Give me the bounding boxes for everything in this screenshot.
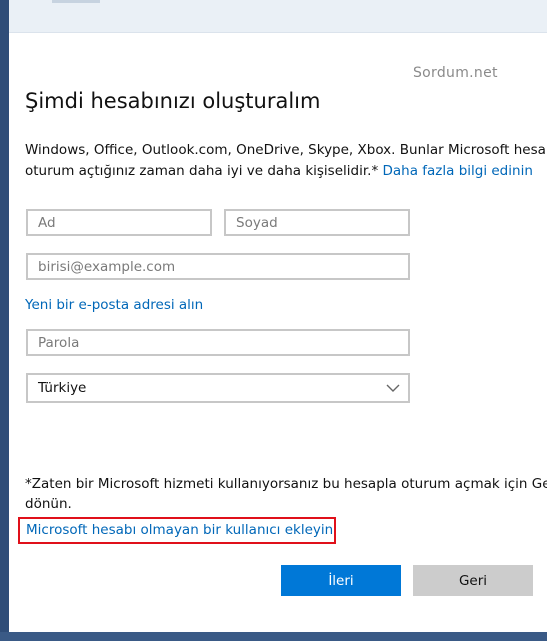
description-text: Windows, Office, Outlook.com, OneDrive, … <box>25 140 547 182</box>
existing-account-note: *Zaten bir Microsoft hizmeti kullanıyors… <box>25 474 547 514</box>
add-user-without-ms-account-link[interactable]: Microsoft hesabı olmayan bir kullanıcı e… <box>26 522 333 538</box>
chevron-down-icon <box>378 384 408 392</box>
last-name-field-box <box>224 209 410 236</box>
back-button[interactable]: Geri <box>413 565 533 596</box>
description-line-2-text: oturum açtığınız zaman daha iyi ve daha … <box>25 163 383 179</box>
page-title: Şimdi hesabınızı oluşturalım <box>25 89 321 113</box>
last-name-input[interactable] <box>226 211 408 234</box>
title-bar-fragment <box>52 0 100 3</box>
note-line-1: *Zaten bir Microsoft hizmeti kullanıyors… <box>25 476 547 492</box>
password-field-box <box>26 329 410 356</box>
description-line-1: Windows, Office, Outlook.com, OneDrive, … <box>25 142 547 158</box>
description-line-2: oturum açtığınız zaman daha iyi ve daha … <box>25 161 547 182</box>
window-bottom-border <box>0 632 547 641</box>
country-select[interactable]: Türkiye <box>26 373 410 403</box>
next-button[interactable]: İleri <box>281 565 401 596</box>
email-field-box <box>26 253 410 280</box>
first-name-input[interactable] <box>28 211 210 234</box>
create-account-dialog: Sordum.net Şimdi hesabınızı oluşturalım … <box>9 0 547 632</box>
country-select-value: Türkiye <box>38 380 87 396</box>
learn-more-link[interactable]: Daha fazla bilgi edinin <box>382 163 532 179</box>
note-line-2: dönün. <box>25 496 72 512</box>
watermark: Sordum.net <box>413 65 498 81</box>
title-bar-strip <box>9 0 547 33</box>
password-input[interactable] <box>28 331 408 354</box>
email-input[interactable] <box>28 255 408 278</box>
get-new-email-link[interactable]: Yeni bir e-posta adresi alın <box>25 297 203 313</box>
first-name-field-box <box>26 209 212 236</box>
